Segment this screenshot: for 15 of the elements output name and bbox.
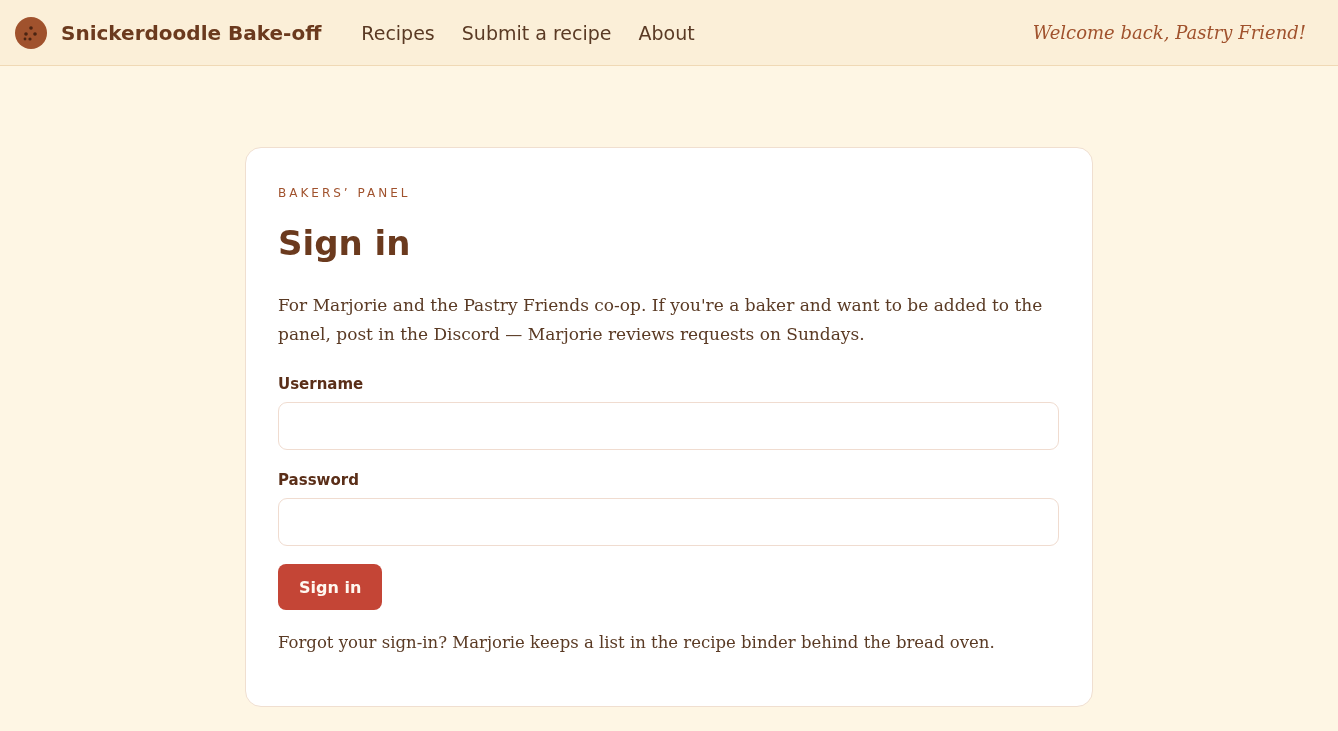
welcome-message: Welcome back, Pastry Friend! [1032, 22, 1306, 43]
site-title-link[interactable]: Snickerdoodle Bake-off [61, 20, 322, 45]
input-field[interactable] [278, 498, 1059, 546]
page-heading: Sign in [278, 222, 412, 265]
field-label: Username [278, 374, 364, 394]
cookie-icon [15, 16, 47, 49]
intro-paragraph: For Marjorie and the Pastry Friends co-op. If you're a baker and want to be added to the panel, post in the Discord — Marjorie reviews requests on Sundays. [278, 294, 1044, 346]
nav-link[interactable]: Recipes [361, 21, 435, 44]
help-text: Forgot your sign-in? Marjorie keeps a list in the recipe binder behind the bread oven. [278, 632, 996, 654]
field-label: Password [278, 470, 359, 490]
panel-kicker: BAKERS’ PANEL [278, 185, 412, 202]
nav-link[interactable]: About [638, 21, 695, 44]
sign-in-button[interactable]: Sign in [278, 564, 383, 610]
input-field[interactable] [278, 402, 1059, 450]
nav-link[interactable]: Submit a recipe [461, 21, 612, 44]
